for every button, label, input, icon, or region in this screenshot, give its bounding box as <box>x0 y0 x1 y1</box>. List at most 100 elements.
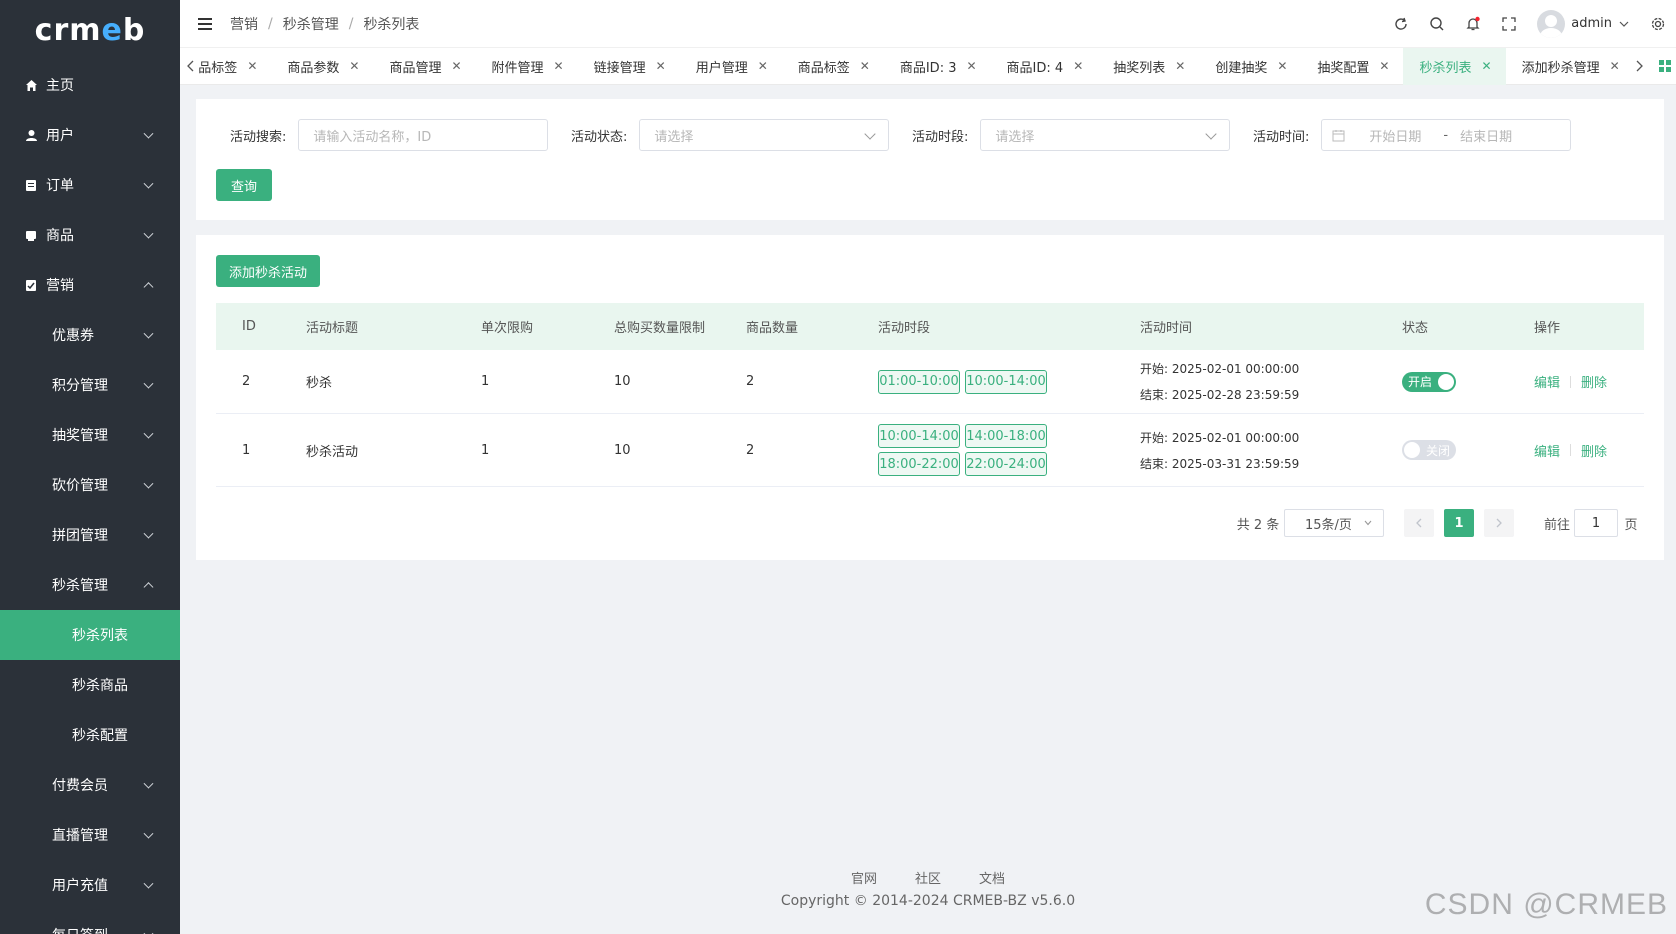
sidebar-item-seckill[interactable]: 秒杀管理 <box>0 560 180 610</box>
sidebar-item-lottery[interactable]: 抽奖管理 <box>0 410 180 460</box>
sidebar-item-recharge[interactable]: 用户充值 <box>0 860 180 910</box>
cell-goods-count: 2 <box>746 374 755 389</box>
close-icon[interactable]: ✕ <box>1175 59 1185 73</box>
sidebar-item-bargain[interactable]: 砍价管理 <box>0 460 180 510</box>
breadcrumb-item[interactable]: 营销 <box>230 14 258 34</box>
tab-seckill-list[interactable]: 秒杀列表 ✕ <box>1403 47 1506 85</box>
close-icon[interactable]: ✕ <box>860 59 870 73</box>
sidebar-item-group-buy[interactable]: 拼团管理 <box>0 510 180 560</box>
add-seckill-button[interactable]: 添加秒杀活动 <box>216 255 320 287</box>
close-icon[interactable]: ✕ <box>758 59 768 73</box>
logo[interactable]: crmeb <box>0 0 180 60</box>
close-icon[interactable]: ✕ <box>554 59 564 73</box>
chevron-down-icon <box>143 328 154 339</box>
breadcrumb-item[interactable]: 秒杀管理 <box>283 14 339 34</box>
end-date-input[interactable]: 结束日期 <box>1460 126 1512 145</box>
sidebar-item-live[interactable]: 直播管理 <box>0 810 180 860</box>
tab-create-lottery[interactable]: 创建抽奖 ✕ <box>1199 48 1301 85</box>
sidebar-item-checkin[interactable]: 每日签到 <box>0 910 180 934</box>
sidebar-item-home[interactable]: 主页 <box>0 60 180 110</box>
next-page-button[interactable] <box>1484 509 1514 537</box>
sidebar-item-label: 抽奖管理 <box>52 428 108 444</box>
sidebar-item-seckill-list[interactable]: 秒杀列表 <box>0 610 180 660</box>
edit-link[interactable]: 编辑 <box>1534 372 1560 391</box>
tab-product-tags[interactable]: 商品标签 ✕ <box>782 48 884 85</box>
close-icon[interactable]: ✕ <box>1073 59 1083 73</box>
page-number-current[interactable]: 1 <box>1444 509 1474 537</box>
toggle-label: 关闭 <box>1426 443 1451 458</box>
time-slot-tag: 10:00-14:00 <box>965 369 1047 394</box>
tab-product-params[interactable]: 商品参数 ✕ <box>271 48 373 85</box>
close-icon[interactable]: ✕ <box>1482 59 1492 73</box>
activity-period-select[interactable]: 请选择 <box>980 119 1231 151</box>
user-menu[interactable]: admin <box>1537 9 1630 38</box>
activity-search-input[interactable]: 请输入活动名称，ID <box>298 119 549 151</box>
close-icon[interactable]: ✕ <box>656 59 666 73</box>
sidebar-item-orders[interactable]: 订单 <box>0 160 180 210</box>
sidebar-item-label: 用户充值 <box>52 878 108 894</box>
sidebar-item-points[interactable]: 积分管理 <box>0 360 180 410</box>
tab-product-id-3[interactable]: 商品ID: 3 ✕ <box>884 48 991 85</box>
tab-attachment-manage[interactable]: 附件管理 ✕ <box>476 48 578 85</box>
close-icon[interactable]: ✕ <box>451 59 461 73</box>
delete-link[interactable]: 删除 <box>1581 372 1607 391</box>
footer-link-community[interactable]: 社区 <box>915 868 941 887</box>
sidebar-item-label: 秒杀管理 <box>52 578 108 594</box>
search-icon[interactable] <box>1429 16 1445 32</box>
page-size-value: 15条/页 <box>1305 517 1352 533</box>
sidebar-item-seckill-config[interactable]: 秒杀配置 <box>0 710 180 760</box>
table-row: 2 秒杀 1 10 2 01:00-10:00 10:00-14:00 开始: … <box>216 350 1644 414</box>
col-header-status: 状态 <box>1402 321 1429 336</box>
close-icon[interactable]: ✕ <box>247 59 257 73</box>
settings-icon[interactable] <box>1650 16 1666 32</box>
edit-link[interactable]: 编辑 <box>1534 441 1560 460</box>
col-header-single-limit: 单次限购 <box>481 321 534 336</box>
goto-page-input[interactable]: 1 <box>1574 509 1618 537</box>
tab-lottery-list[interactable]: 抽奖列表 ✕ <box>1097 48 1199 85</box>
tabs-scroll-right-icon[interactable] <box>1634 60 1644 72</box>
close-icon[interactable]: ✕ <box>1277 59 1287 73</box>
delete-link[interactable]: 删除 <box>1581 441 1607 460</box>
tabs-scroll-left-icon[interactable] <box>186 60 196 72</box>
menu-toggle-icon[interactable] <box>198 17 212 30</box>
tab-product-tag-partial[interactable]: 品标签 ✕ <box>196 48 271 85</box>
end-time: 结束: 2025-03-31 23:59:59 <box>1140 456 1300 471</box>
page-size-select[interactable]: 15条/页 <box>1284 509 1384 537</box>
footer-link-official[interactable]: 官网 <box>851 868 877 887</box>
close-icon[interactable]: ✕ <box>966 59 976 73</box>
close-icon[interactable]: ✕ <box>349 59 359 73</box>
tab-link-manage[interactable]: 链接管理 ✕ <box>578 48 680 85</box>
sidebar-item-seckill-goods[interactable]: 秒杀商品 <box>0 660 180 710</box>
tab-user-manage[interactable]: 用户管理 ✕ <box>680 48 782 85</box>
status-toggle[interactable]: 开启 <box>1402 371 1456 392</box>
sidebar-item-coupons[interactable]: 优惠券 <box>0 310 180 360</box>
bell-icon[interactable] <box>1465 16 1481 32</box>
tab-product-id-4[interactable]: 商品ID: 4 ✕ <box>991 48 1098 85</box>
prev-page-button[interactable] <box>1404 509 1434 537</box>
sidebar-item-paid-member[interactable]: 付费会员 <box>0 760 180 810</box>
query-button[interactable]: 查询 <box>216 169 272 201</box>
tab-lottery-config[interactable]: 抽奖配置 ✕ <box>1301 48 1403 85</box>
sidebar-item-marketing[interactable]: 营销 <box>0 260 180 310</box>
logo-text: crmeb <box>34 12 146 48</box>
sidebar-item-users[interactable]: 用户 <box>0 110 180 160</box>
pagination: 共 2 条 15条/页 1 前往 1 页 <box>196 509 1664 537</box>
footer-link-docs[interactable]: 文档 <box>979 868 1005 887</box>
sidebar-item-products[interactable]: 商品 <box>0 210 180 260</box>
start-date-input[interactable]: 开始日期 <box>1369 126 1421 145</box>
refresh-icon[interactable] <box>1393 16 1409 32</box>
grid-menu-icon[interactable] <box>1654 60 1676 72</box>
fullscreen-icon[interactable] <box>1501 16 1517 32</box>
cell-time-slots: 10:00-14:00 14:00-18:00 18:00-22:00 22:0… <box>878 414 1048 486</box>
tab-product-manage[interactable]: 商品管理 ✕ <box>373 48 475 85</box>
cell-title: 秒杀活动 <box>306 444 359 460</box>
cell-single-limit: 1 <box>481 442 490 458</box>
close-icon[interactable]: ✕ <box>1379 59 1389 73</box>
breadcrumb-separator: / <box>268 15 273 32</box>
status-toggle[interactable]: 关闭 <box>1402 440 1456 460</box>
activity-status-select[interactable]: 请选择 <box>639 119 890 151</box>
sidebar-item-label: 商品 <box>46 228 74 244</box>
tab-add-seckill[interactable]: 添加秒杀管理 ✕ <box>1506 48 1634 85</box>
close-icon[interactable]: ✕ <box>1610 59 1620 73</box>
date-range-picker[interactable]: 开始日期 - 结束日期 <box>1321 119 1572 151</box>
